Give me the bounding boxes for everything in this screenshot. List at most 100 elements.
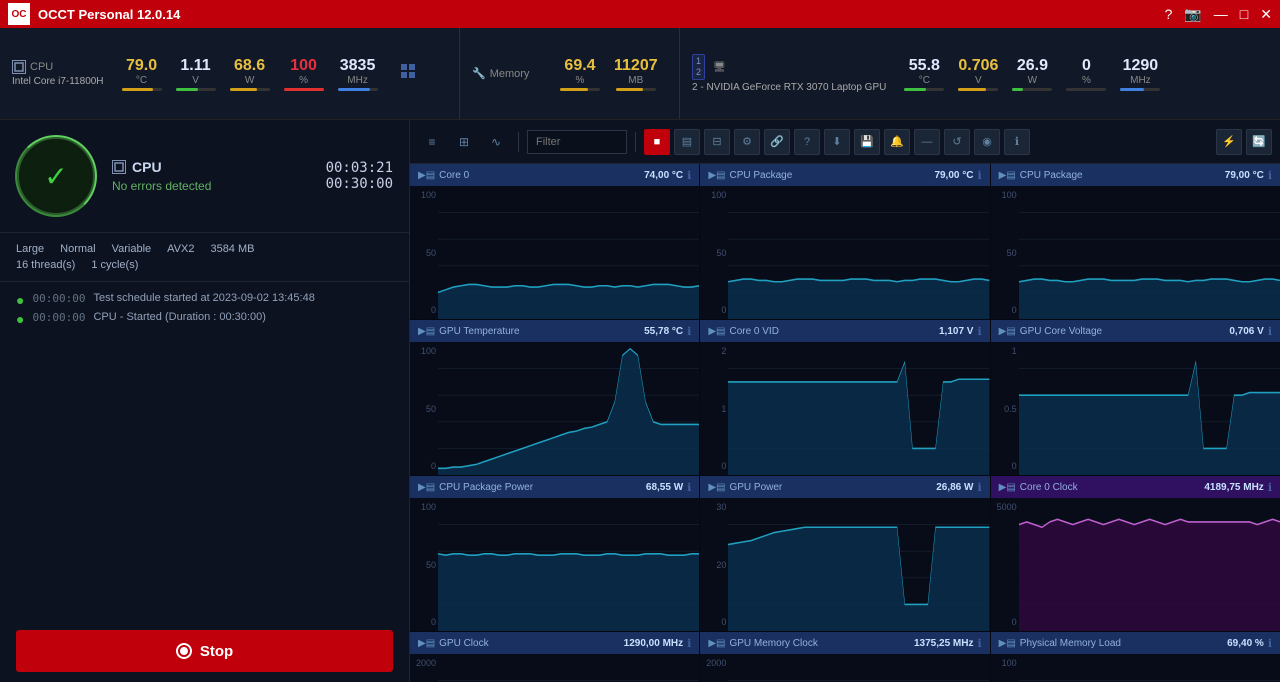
graph-info-7[interactable]: ℹ (977, 481, 981, 494)
toolbar-chart-view[interactable]: ∿ (482, 129, 510, 155)
graph-value-1: 79,00 °C (934, 170, 973, 181)
cpu-title: CPU (112, 159, 310, 175)
gpu-load-unit: % (1082, 75, 1091, 86)
cpu-temp-stat: 79.0 °C (122, 57, 162, 91)
graph-value-9: 1290,00 MHz (624, 638, 683, 649)
graph-icon-7: ▶▤ (708, 482, 725, 493)
graph-header-10: ▶▤ GPU Memory Clock 1375,25 MHz ℹ (700, 632, 989, 654)
no-errors-text: No errors detected (112, 179, 310, 193)
status-info: CPU No errors detected (112, 159, 310, 193)
graph-cell-5: ▶▤ GPU Core Voltage 0,706 V ℹ 10.50 (991, 320, 1280, 475)
graph-yaxis-1: 100500 (700, 186, 728, 319)
graph-info-11[interactable]: ℹ (1268, 637, 1272, 650)
graph-cell-10: ▶▤ GPU Memory Clock 1375,25 MHz ℹ 20000 (700, 632, 989, 682)
cpu-temp-value: 79.0 (126, 57, 157, 75)
graph-info-8[interactable]: ℹ (1268, 481, 1272, 494)
toolbar-settings-icon[interactable]: ⚙ (734, 129, 760, 155)
graph-yaxis-8: 50000 (991, 498, 1019, 631)
maximize-icon[interactable]: □ (1240, 6, 1248, 22)
config-area: Large Normal Variable AVX2 3584 MB 16 th… (0, 233, 409, 282)
graph-canvas-9 (438, 654, 699, 682)
gpu-volt-value: 0.706 (958, 57, 998, 75)
gpu-clock-value: 1290 (1123, 57, 1159, 75)
toolbar-link-icon[interactable]: 🔗 (764, 129, 790, 155)
cpu-stats-section: CPU Intel Core i7-11800H 79.0 °C 1.11 V … (0, 28, 460, 119)
graph-info-6[interactable]: ℹ (687, 481, 691, 494)
graph-header-8: ▶▤ Core 0 Clock 4189,75 MHz ℹ (991, 476, 1280, 498)
graph-body-4: 210 (700, 342, 989, 475)
titlebar: OC OCCT Personal 12.0.14 ? 📷 — □ ✕ (0, 0, 1280, 28)
graph-canvas-8 (1019, 498, 1280, 631)
memory-mb-unit: MB (628, 75, 643, 86)
toolbar-alert-icon[interactable]: 🔔 (884, 129, 910, 155)
graph-cell-6: ▶▤ CPU Package Power 68,55 W ℹ 100500 (410, 476, 699, 631)
graph-info-0[interactable]: ℹ (687, 169, 691, 182)
toolbar-filter-icon[interactable]: ⚡ (1216, 129, 1242, 155)
toolbar-download-icon[interactable]: ⬇ (824, 129, 850, 155)
stats-bar: CPU Intel Core i7-11800H 79.0 °C 1.11 V … (0, 28, 1280, 120)
graph-info-2[interactable]: ℹ (1268, 169, 1272, 182)
minimize-icon[interactable]: — (1214, 6, 1228, 22)
cpu-grid-icon[interactable] (400, 63, 418, 84)
graph-value-5: 0,706 V (1229, 326, 1263, 337)
camera-icon[interactable]: 📷 (1184, 6, 1201, 23)
toolbar-save-icon[interactable]: 💾 (854, 129, 880, 155)
gpu-temp-bar (904, 88, 944, 91)
toolbar-stop-icon[interactable]: ■ (644, 129, 670, 155)
stop-inner-icon (180, 647, 188, 655)
close-icon[interactable]: ✕ (1260, 6, 1272, 23)
graph-header-11: ▶▤ Physical Memory Load 69,40 % ℹ (991, 632, 1280, 654)
toolbar-table-icon[interactable]: ⊟ (704, 129, 730, 155)
graph-value-7: 26,86 W (936, 482, 973, 493)
toolbar-info-icon[interactable]: ℹ (1004, 129, 1030, 155)
config-variable: Variable (112, 243, 152, 255)
toolbar-chart-icon[interactable]: ▤ (674, 129, 700, 155)
cpu-volt-unit: V (192, 75, 199, 86)
toolbar-minus-icon[interactable]: — (914, 129, 940, 155)
toolbar-cycle-icon[interactable]: ↺ (944, 129, 970, 155)
cpu-power-value: 68.6 (234, 57, 265, 75)
gpu-load-value: 0 (1082, 57, 1091, 75)
memory-pct-stat: 69.4 % (560, 57, 600, 91)
graph-yaxis-9: 20000 (410, 654, 438, 682)
graph-info-1[interactable]: ℹ (977, 169, 981, 182)
log-area: ● 00:00:00 Test schedule started at 2023… (0, 282, 409, 620)
cpu-load-unit: % (299, 75, 308, 86)
filter-input[interactable] (527, 130, 627, 154)
stop-circle-icon (176, 643, 192, 659)
graph-title-6: CPU Package Power (439, 482, 642, 493)
graph-cell-11: ▶▤ Physical Memory Load 69,40 % ℹ 1000 (991, 632, 1280, 682)
toolbar-record-icon[interactable]: ◉ (974, 129, 1000, 155)
graph-value-3: 55,78 °C (644, 326, 683, 337)
graph-cell-4: ▶▤ Core 0 VID 1,107 V ℹ 210 (700, 320, 989, 475)
graph-yaxis-7: 30200 (700, 498, 728, 631)
toolbar-help-icon[interactable]: ? (794, 129, 820, 155)
graph-icon-2: ▶▤ (999, 170, 1016, 181)
app-logo: OC (8, 3, 30, 25)
memory-mb-stat: 11207 MB (614, 57, 658, 91)
stop-button[interactable]: Stop (16, 630, 393, 672)
graph-body-11: 1000 (991, 654, 1280, 682)
gpu-temp-stat: 55.8 °C (904, 57, 944, 91)
graph-info-5[interactable]: ℹ (1268, 325, 1272, 338)
graph-info-10[interactable]: ℹ (977, 637, 981, 650)
graph-info-3[interactable]: ℹ (687, 325, 691, 338)
toolbar-refresh-icon[interactable]: 🔄 (1246, 129, 1272, 155)
graph-canvas-6 (438, 498, 699, 631)
cpu-load-bar (284, 88, 324, 91)
graph-info-9[interactable]: ℹ (687, 637, 691, 650)
memory-pct-unit: % (576, 75, 585, 86)
memory-mb-value: 11207 (614, 57, 658, 75)
gpu-clock-bar (1120, 88, 1160, 91)
help-icon[interactable]: ? (1165, 6, 1173, 22)
graph-info-4[interactable]: ℹ (977, 325, 981, 338)
gpu-device-name: 2 - NVIDIA GeForce RTX 3070 Laptop GPU (692, 82, 886, 93)
toolbar-list-view[interactable]: ≡ (418, 129, 446, 155)
cpu-stats-group: 79.0 °C 1.11 V 68.6 W 100 % 3835 MHz (122, 57, 378, 91)
right-panel: ≡ ⊞ ∿ ■ ▤ ⊟ ⚙ 🔗 ? ⬇ 💾 🔔 — ↺ ◉ ℹ ⚡ 🔄 ▶▤ (410, 120, 1280, 682)
graph-body-9: 20000 (410, 654, 699, 682)
graph-toolbar: ≡ ⊞ ∿ ■ ▤ ⊟ ⚙ 🔗 ? ⬇ 💾 🔔 — ↺ ◉ ℹ ⚡ 🔄 (410, 120, 1280, 164)
graph-value-8: 4189,75 MHz (1204, 482, 1263, 493)
graph-title-3: GPU Temperature (439, 326, 640, 337)
toolbar-grid-view[interactable]: ⊞ (450, 129, 478, 155)
